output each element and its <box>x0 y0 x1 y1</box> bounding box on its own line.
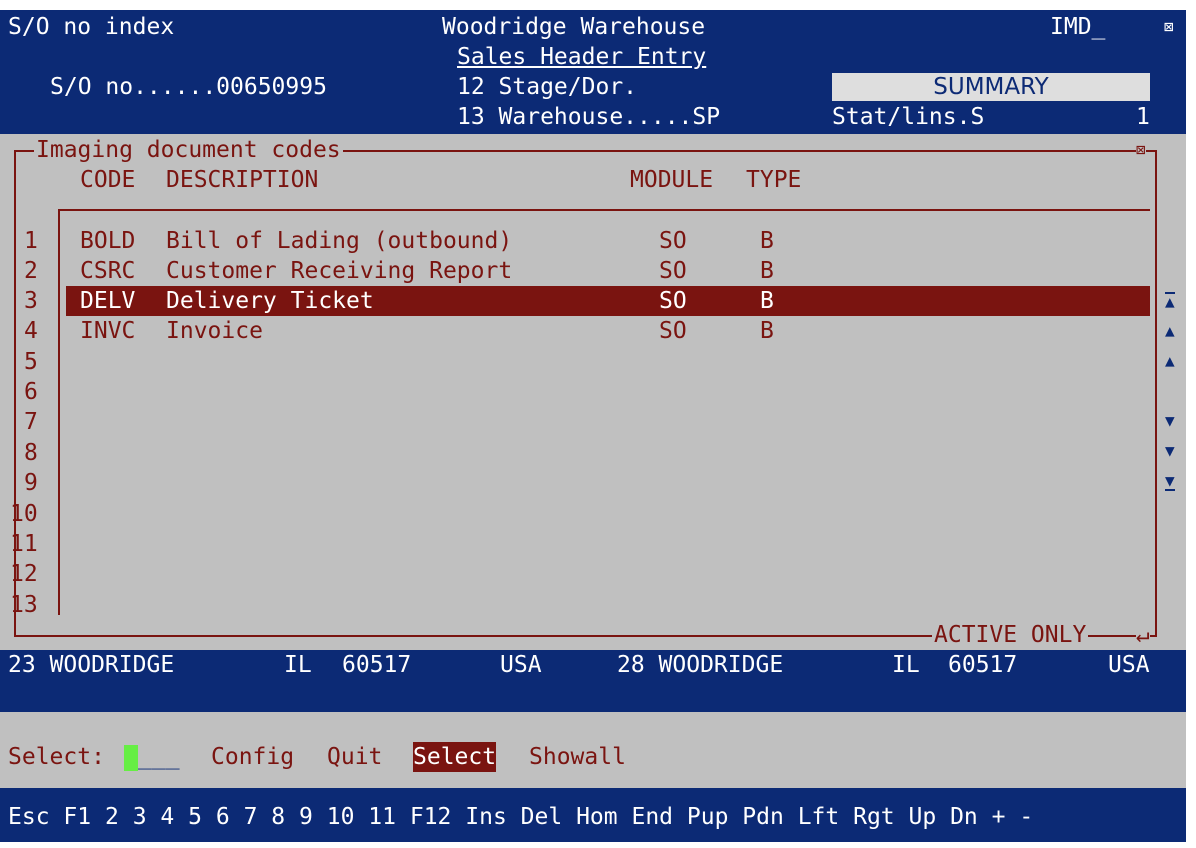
summary-badge: SUMMARY <box>832 73 1150 101</box>
dialog-close-icon[interactable]: ⊠ <box>1136 139 1146 161</box>
row-type: B <box>760 258 774 284</box>
line-number: 10 <box>10 501 38 527</box>
terminal-window: S/O no index Woodridge Warehouse IMD_ ⊠ … <box>0 10 1186 842</box>
row-module: SO <box>659 288 687 314</box>
ship-from-state: IL <box>284 652 312 678</box>
dialog-title: Imaging document codes <box>34 135 343 165</box>
fkey-ins[interactable]: Ins <box>465 804 507 830</box>
index-title: S/O no index <box>8 14 175 40</box>
select-prompt: Select: <box>8 744 105 770</box>
line-number: 11 <box>10 531 38 557</box>
fkey-lft[interactable]: Lft <box>798 804 840 830</box>
fkey-3[interactable]: 3 <box>133 804 147 830</box>
fkey-del[interactable]: Del <box>521 804 563 830</box>
dialog-border-right <box>1155 150 1157 636</box>
column-header-description: DESCRIPTION <box>166 167 319 193</box>
ship-to-state: IL <box>892 652 920 678</box>
line-number: 8 <box>24 440 38 466</box>
fkey-6[interactable]: 6 <box>216 804 230 830</box>
row-description: Delivery Ticket <box>166 288 374 314</box>
fkey-2[interactable]: 2 <box>105 804 119 830</box>
column-header-code: CODE <box>80 167 136 193</box>
window-close-icon[interactable]: ⊠ <box>1164 12 1174 42</box>
fkey-8[interactable]: 8 <box>271 804 285 830</box>
line-number: 2 <box>24 258 38 284</box>
fkey-7[interactable]: 7 <box>244 804 258 830</box>
fkey-end[interactable]: End <box>631 804 673 830</box>
quit-option[interactable]: Quit <box>327 742 382 772</box>
ship-from-city: 23 WOODRIDGE <box>8 652 175 678</box>
ship-from-country: USA <box>500 652 542 678</box>
row-type: B <box>760 228 774 254</box>
function-keys: Esc F1 2 3 4 5 6 7 8 9 10 11 F12 Ins Del… <box>8 802 1033 832</box>
fkey-5[interactable]: 5 <box>188 804 202 830</box>
active-only-label: ACTIVE ONLY <box>932 620 1089 650</box>
cursor[interactable] <box>124 745 138 771</box>
line-number: 7 <box>24 409 38 435</box>
column-header-type: TYPE <box>746 167 802 193</box>
screen-subtitle: Sales Header Entry <box>457 44 707 70</box>
enter-icon[interactable]: ↵ <box>1136 620 1150 650</box>
fkey-plus[interactable]: + <box>992 804 1006 830</box>
row-type: B <box>760 288 774 314</box>
fkey-4[interactable]: 4 <box>160 804 174 830</box>
row-code: DELV <box>80 288 136 314</box>
fkey-f1[interactable]: F1 <box>63 804 91 830</box>
stat-lines-count: 1 <box>1136 104 1150 130</box>
line-number: 6 <box>24 379 38 405</box>
stat-lines-label: Stat/lins.S <box>832 104 985 130</box>
fkey-10[interactable]: 10 <box>327 804 355 830</box>
row-description: Customer Receiving Report <box>166 258 513 284</box>
list-border-top <box>58 209 1150 211</box>
fkey-hom[interactable]: Hom <box>576 804 618 830</box>
line-number: 1 <box>24 228 38 254</box>
select-input[interactable]: ___ <box>138 742 180 772</box>
fkey-esc[interactable]: Esc <box>8 804 50 830</box>
so-number: S/O no......00650995 <box>50 74 327 100</box>
ship-to-zip: 60517 <box>948 652 1018 678</box>
line-number: 12 <box>10 561 38 587</box>
row-code: BOLD <box>80 228 136 254</box>
line-number: 13 <box>10 592 38 618</box>
line-number: 4 <box>24 318 38 344</box>
fkey-pdn[interactable]: Pdn <box>742 804 784 830</box>
row-module: SO <box>659 318 687 344</box>
line-number: 9 <box>24 470 38 496</box>
row-module: SO <box>659 258 687 284</box>
line-number: 5 <box>24 349 38 375</box>
scroll-bottom-icon[interactable]: ▼ <box>1165 473 1175 491</box>
fkey-9[interactable]: 9 <box>299 804 313 830</box>
ship-to-country: USA <box>1108 652 1150 678</box>
stage-field[interactable]: 12 Stage/Dor. <box>457 72 637 102</box>
row-description: Bill of Lading (outbound) <box>166 228 513 254</box>
list-border-left <box>58 209 60 615</box>
row-type: B <box>760 318 774 344</box>
column-header-module: MODULE <box>630 167 714 193</box>
fkey-dn[interactable]: Dn <box>950 804 978 830</box>
row-module: SO <box>659 228 687 254</box>
showall-option[interactable]: Showall <box>529 742 626 772</box>
row-code: CSRC <box>80 258 136 284</box>
warehouse-title: Woodridge Warehouse <box>442 14 706 40</box>
scroll-up-icon[interactable]: ▲ <box>1165 353 1175 369</box>
fkey-minus[interactable]: - <box>1019 804 1033 830</box>
warehouse-field[interactable]: 13 Warehouse.....SP <box>457 102 720 132</box>
select-option[interactable]: Select <box>413 742 497 772</box>
scroll-down-icon[interactable]: ▼ <box>1165 413 1175 429</box>
fkey-rgt[interactable]: Rgt <box>853 804 895 830</box>
scroll-top-icon[interactable]: ▲ <box>1165 292 1175 310</box>
scroll-page-up-icon[interactable]: ▲ <box>1165 323 1175 339</box>
ship-from-zip: 60517 <box>342 652 412 678</box>
fkey-f12[interactable]: F12 <box>410 804 452 830</box>
line-number: 3 <box>24 288 38 314</box>
row-description: Invoice <box>166 318 263 344</box>
config-option[interactable]: Config <box>211 742 294 772</box>
fkey-pup[interactable]: Pup <box>687 804 729 830</box>
user-id: IMD_ <box>1050 14 1106 40</box>
ship-to-city: 28 WOODRIDGE <box>617 652 784 678</box>
scroll-page-down-icon[interactable]: ▼ <box>1165 443 1175 459</box>
fkey-11[interactable]: 11 <box>368 804 396 830</box>
fkey-up[interactable]: Up <box>909 804 937 830</box>
row-code: INVC <box>80 318 136 344</box>
